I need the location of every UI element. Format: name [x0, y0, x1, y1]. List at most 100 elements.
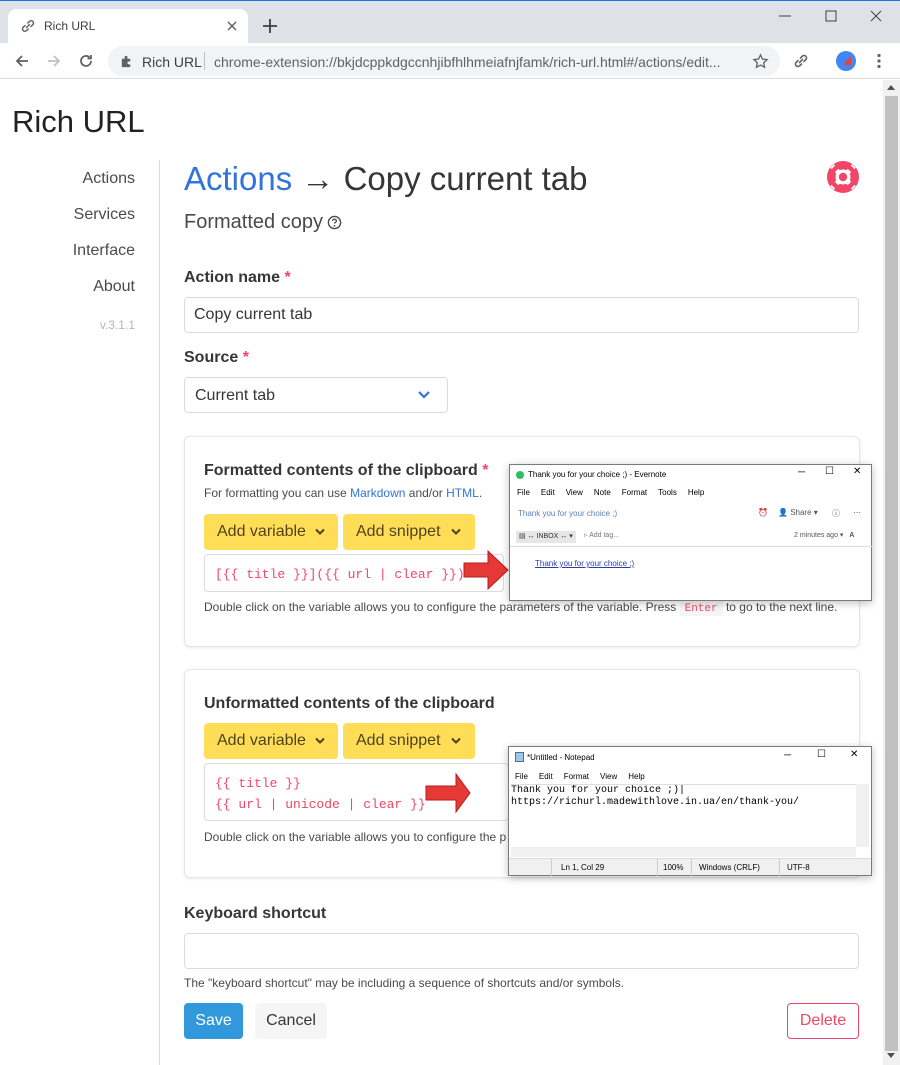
more-icon[interactable]: ⋯	[853, 508, 861, 517]
evernote-logo-icon	[516, 471, 524, 479]
notepad-horizontal-scrollbar[interactable]	[511, 847, 856, 857]
action-name-label-text: Action name	[184, 269, 281, 286]
menu-item-file[interactable]: File	[517, 488, 530, 497]
url-text[interactable]: chrome-extension://bkjdcppkdgccnhjibfhlh…	[214, 54, 740, 70]
formatted-template-editor[interactable]: [{{ title }}]({{ url | clear }})	[204, 554, 504, 592]
menu-item-help[interactable]: Help	[628, 772, 644, 781]
code-line[interactable]: {{ url | unicode | clear }}	[215, 797, 426, 812]
star-icon[interactable]	[752, 53, 769, 70]
chain-link-icon[interactable]	[792, 52, 810, 70]
maximize-icon[interactable]	[824, 9, 838, 23]
evernote-window-title: Thank you for your choice ;) - Evernote	[528, 470, 667, 479]
notepad-vertical-scrollbar[interactable]	[856, 784, 869, 847]
page-title: Actions → Copy current tab	[184, 160, 588, 198]
add-variable-button[interactable]: Add variable	[204, 723, 338, 759]
unformatted-clipboard-title: Unformatted contents of the clipboard	[204, 695, 495, 712]
window-close-icon[interactable]: ✕	[853, 466, 861, 477]
markdown-link[interactable]: Markdown	[350, 486, 405, 500]
minimize-icon[interactable]	[778, 9, 792, 23]
sidebar-item-interface[interactable]: Interface	[73, 242, 135, 260]
red-arrow-icon	[463, 549, 509, 591]
keyboard-shortcut-input[interactable]	[184, 933, 859, 969]
breadcrumb-current: Copy current tab	[343, 160, 588, 197]
code-line[interactable]: {{ title }}	[215, 776, 301, 791]
maximize-icon[interactable]: ☐	[825, 466, 834, 477]
add-snippet-button[interactable]: Add snippet	[343, 723, 475, 759]
minimize-icon[interactable]: ─	[798, 467, 805, 478]
chevron-down-icon	[451, 737, 461, 744]
menu-item-help[interactable]: Help	[688, 488, 704, 497]
save-button[interactable]: Save	[184, 1003, 243, 1039]
divider	[204, 52, 205, 70]
add-snippet-label: Add snippet	[356, 523, 441, 540]
keyboard-shortcut-hint: The "keyboard shortcut" may be including…	[184, 976, 625, 990]
menu-item-format[interactable]: Format	[622, 488, 647, 497]
zoom-level: 100%	[663, 863, 684, 872]
sidebar-item-actions[interactable]: Actions	[83, 170, 135, 188]
evernote-notebar: ▤ ↔ INBOX ↔ ▾ ▹ Add tag... 2 minutes ago…	[510, 527, 872, 547]
question-circle-icon[interactable]	[327, 215, 342, 230]
variable-config-hint: Double click on the variable allows you …	[204, 830, 507, 844]
scroll-down-arrow-icon[interactable]	[887, 1053, 895, 1058]
kebab-menu-icon[interactable]	[870, 52, 888, 70]
alarm-icon[interactable]: ⏰	[758, 508, 768, 517]
menu-item-note[interactable]: Note	[594, 488, 611, 497]
menu-item-view[interactable]: View	[600, 772, 617, 781]
scroll-thumb[interactable]	[885, 96, 898, 1051]
reload-icon[interactable]	[77, 52, 95, 70]
edited-time-text: 2 minutes ago	[794, 532, 838, 539]
close-icon[interactable]	[223, 17, 241, 35]
share-button[interactable]: 👤 Share ▾	[778, 508, 818, 517]
hint-prefix: For formatting you can use	[204, 486, 351, 500]
menu-item-edit[interactable]: Edit	[541, 488, 555, 497]
brand-title: Rich URL	[12, 104, 145, 139]
menu-item-view[interactable]: View	[566, 488, 583, 497]
browser-tab[interactable]: Rich URL	[8, 9, 248, 44]
menu-item-format[interactable]: Format	[564, 772, 589, 781]
sidebar-item-about[interactable]: About	[93, 278, 135, 296]
profile-avatar[interactable]	[836, 51, 856, 71]
add-variable-label: Add variable	[217, 732, 306, 749]
minimize-icon[interactable]: ─	[784, 750, 791, 761]
action-name-input[interactable]	[184, 297, 859, 333]
new-tab-icon[interactable]	[260, 16, 280, 36]
menu-item-file[interactable]: File	[515, 772, 528, 781]
hint-mid: and/or	[405, 486, 447, 500]
forward-arrow-icon[interactable]	[45, 52, 63, 70]
scroll-up-arrow-icon[interactable]	[887, 85, 895, 90]
menu-item-tools[interactable]: Tools	[658, 488, 677, 497]
add-tag-field[interactable]: ▹ Add tag...	[584, 531, 619, 539]
notepad-text-area[interactable]: Thank you for your choice ;)| https://ri…	[511, 784, 856, 847]
add-snippet-button[interactable]: Add snippet	[343, 514, 475, 550]
notebook-selector[interactable]: ▤ ↔ INBOX ↔ ▾	[516, 531, 576, 543]
note-body-link[interactable]: Thank you for your choice ;)	[535, 559, 634, 568]
source-select-value: Current tab	[195, 387, 276, 404]
back-arrow-icon[interactable]	[13, 52, 31, 70]
evernote-window: Thank you for your choice ;) - Evernote …	[509, 464, 872, 601]
required-mark: *	[482, 462, 489, 479]
notepad-window: *Untitled - Notepad ─ ☐ ✕ File Edit Format…	[508, 746, 872, 876]
breadcrumb-actions-link[interactable]: Actions	[184, 160, 292, 197]
window-close-icon[interactable]	[869, 9, 883, 23]
page-scrollbar[interactable]	[883, 80, 900, 1065]
red-arrow-icon	[425, 772, 471, 814]
menu-item-edit[interactable]: Edit	[539, 772, 553, 781]
cancel-button[interactable]: Cancel	[255, 1003, 327, 1039]
html-link[interactable]: HTML	[446, 486, 479, 500]
font-icon[interactable]: A	[849, 532, 854, 539]
sidebar-item-services[interactable]: Services	[74, 206, 135, 224]
source-label-text: Source	[184, 349, 239, 366]
lifebuoy-help-icon[interactable]	[826, 160, 860, 194]
code-line[interactable]: [{{ title }}]({{ url | clear }})	[215, 567, 465, 582]
address-bar[interactable]: Rich URL chrome-extension://bkjdcppkdgcc…	[108, 46, 780, 76]
add-variable-button[interactable]: Add variable	[204, 514, 338, 550]
window-close-icon[interactable]: ✕	[850, 749, 858, 760]
hint-text: to go to the next line.	[722, 600, 838, 614]
info-icon[interactable]: ⓘ	[832, 508, 840, 519]
evernote-note-title[interactable]: Thank you for your choice ;)	[518, 509, 617, 518]
maximize-icon[interactable]: ☐	[817, 749, 826, 760]
source-select[interactable]: Current tab	[184, 377, 448, 413]
page-subtitle: Formatted copy	[184, 211, 342, 234]
delete-button[interactable]: Delete	[787, 1003, 859, 1039]
puzzle-icon	[121, 55, 131, 68]
